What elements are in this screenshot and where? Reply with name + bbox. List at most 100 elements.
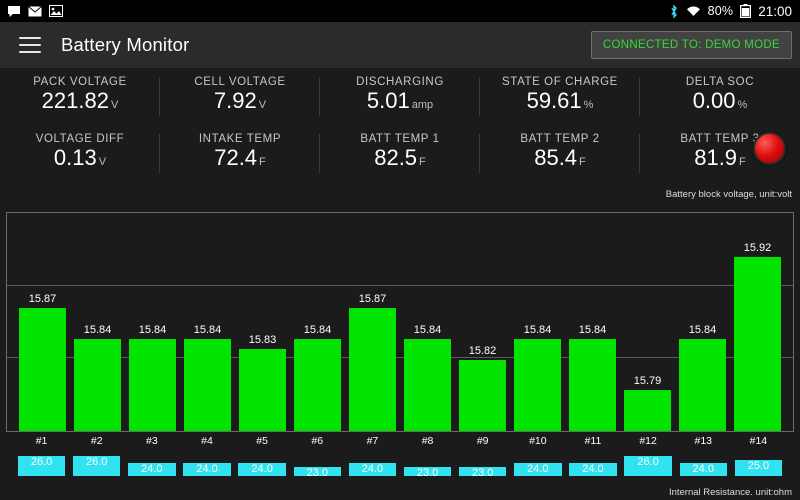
resistance-value-label: 24.0 <box>141 463 163 476</box>
cell-index-label: #3 <box>146 435 158 447</box>
voltage-bar[interactable]: 15.84 <box>404 324 451 431</box>
cell-index-label: #12 <box>639 435 657 447</box>
metric-value: 0.13 V <box>54 146 106 174</box>
metric-value: 5.01 amp <box>367 89 433 117</box>
metric-unit: V <box>110 99 119 111</box>
metric-unit: F <box>579 156 586 168</box>
connection-status-badge[interactable]: CONNECTED TO: DEMO MODE <box>590 31 792 59</box>
metric-state-of-charge: STATE OF CHARGE 59.61% <box>480 68 640 125</box>
resistance-value-label: 23.0 <box>471 467 494 479</box>
bar-slot: 15.84 <box>675 213 730 431</box>
voltage-bar[interactable]: 15.79 <box>624 375 671 431</box>
metric-unit: % <box>737 99 748 111</box>
resistance-cell: 24.0 <box>179 452 234 482</box>
metric-unit: F <box>419 156 426 168</box>
metric-unit: V <box>258 99 267 111</box>
metric-value: 221.82 V <box>42 89 119 117</box>
bar-slot: 15.84 <box>290 213 345 431</box>
metric-unit: amp <box>411 99 434 111</box>
resistance-cell: 24.0 <box>510 452 565 482</box>
voltage-bar[interactable]: 15.84 <box>129 324 176 431</box>
chat-icon <box>8 5 20 17</box>
voltage-bar[interactable]: 15.87 <box>349 293 396 431</box>
resistance-cell: 23.0 <box>400 452 455 482</box>
bar-value-label: 15.84 <box>578 324 607 337</box>
resistance-value-label: 24.0 <box>251 463 273 476</box>
battery-percent-label: 80% <box>707 4 734 18</box>
metric-number: 72.4 <box>214 145 258 170</box>
cell-index-label: #5 <box>256 435 268 447</box>
cell-index-label: #11 <box>584 435 602 447</box>
resistance-value-label: 26.0 <box>86 456 108 468</box>
metric-value: 85.4 F <box>534 146 586 174</box>
metric-number: 81.9 <box>694 145 738 170</box>
resistance-title: Internal Resistance. unit:ohm <box>668 487 792 498</box>
metric-delta-soc: DELTA SOC 0.00% <box>640 68 800 125</box>
bar-value-label: 15.92 <box>743 242 772 255</box>
bar-slot: 15.84 <box>125 213 180 431</box>
cell-index-label: #2 <box>90 435 103 447</box>
voltage-bar[interactable]: 15.92 <box>734 242 781 431</box>
bar-slot: 15.84 <box>400 213 455 431</box>
bar-slot: 15.79 <box>620 213 675 431</box>
voltage-bar[interactable]: 15.82 <box>459 345 506 431</box>
resistance-cell: 24.0 <box>235 452 290 482</box>
resistance-cell: 26.0 <box>14 452 69 482</box>
bar-value-label: 15.84 <box>523 324 552 337</box>
clock-label: 21:00 <box>758 3 792 19</box>
resistance-cell: 25.0 <box>731 452 786 482</box>
bar-slot: 15.84 <box>565 213 620 431</box>
metric-unit: F <box>259 156 266 168</box>
bar-slot: 15.87 <box>345 213 400 431</box>
page-title: Battery Monitor <box>61 34 190 55</box>
metric-label: BATT TEMP 1 <box>360 133 440 145</box>
metric-label: BATT TEMP 2 <box>520 133 600 145</box>
voltage-bar[interactable]: 15.84 <box>74 324 121 431</box>
cell-index-label: #1 <box>35 435 48 447</box>
voltage-bar[interactable]: 15.83 <box>239 334 286 431</box>
resistance-value-label: 24.0 <box>527 463 549 476</box>
hamburger-icon[interactable] <box>19 37 41 53</box>
resistance-value-label: 24.0 <box>361 463 384 476</box>
mail-icon <box>28 5 42 16</box>
resistance-value-label: 24.0 <box>692 463 714 476</box>
chart-title: Battery block voltage, unit:volt <box>665 189 792 200</box>
resistance-cell: 24.0 <box>345 452 400 482</box>
metric-number: 221.82 <box>41 88 109 113</box>
voltage-bar[interactable]: 15.84 <box>184 324 231 431</box>
metric-discharging: DISCHARGING 5.01 amp <box>320 68 480 125</box>
metric-voltage-diff: VOLTAGE DIFF 0.13 V <box>0 125 160 182</box>
voltage-bar[interactable]: 15.87 <box>19 293 66 431</box>
resistance-value-label: 23.0 <box>306 467 328 479</box>
voltage-bar[interactable]: 15.84 <box>514 324 561 431</box>
metrics-row-1: PACK VOLTAGE 221.82 V CELL VOLTAGE 7.92 V … <box>0 68 800 125</box>
metric-number: 0.00 <box>692 88 736 113</box>
resistance-cell: 23.0 <box>455 452 510 482</box>
voltage-bar[interactable]: 15.84 <box>294 324 341 431</box>
metric-number: 59.61 <box>526 88 582 113</box>
bar-value-label: 15.84 <box>193 324 222 337</box>
voltage-bar[interactable]: 15.84 <box>679 324 726 431</box>
metric-value: 82.5 F <box>374 146 426 174</box>
metric-number: 82.5 <box>374 145 418 170</box>
bar-slot: 15.84 <box>180 213 235 431</box>
resistance-cell: 23.0 <box>290 452 345 482</box>
cell-index-label: #8 <box>421 435 434 447</box>
metric-label: DISCHARGING <box>356 76 444 88</box>
bar-value-label: 15.84 <box>83 324 112 337</box>
resistance-cell: 24.0 <box>565 452 620 482</box>
metric-value: 7.92 V <box>214 89 266 117</box>
metric-unit: % <box>583 99 594 111</box>
resistance-value-label: 24.0 <box>196 463 218 476</box>
resistance-value-label: 26.0 <box>637 456 659 468</box>
status-led-indicator <box>753 132 786 165</box>
bar-value-label: 15.79 <box>633 375 662 388</box>
resistance-value-label: 24.0 <box>582 463 604 476</box>
metric-batt-temp-2: BATT TEMP 2 85.4 F <box>480 125 640 182</box>
resistance-value-label: 23.0 <box>416 467 439 479</box>
bar-value-label: 15.84 <box>138 324 167 337</box>
metric-batt-temp-3: BATT TEMP 3 81.9 F <box>640 125 800 182</box>
cell-index-label: #14 <box>749 435 768 447</box>
cell-index-label: #13 <box>694 435 713 447</box>
voltage-bar[interactable]: 15.84 <box>569 324 616 431</box>
